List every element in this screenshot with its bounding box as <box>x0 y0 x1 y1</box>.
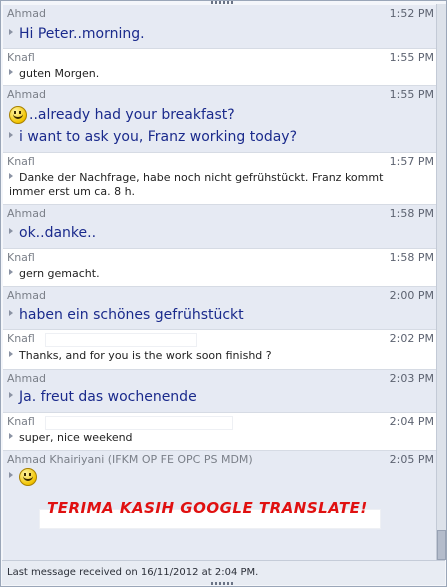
message-line: ok..danke.. <box>9 225 96 241</box>
message-text: super, nice weekend <box>19 431 133 444</box>
redacted-area <box>45 416 233 430</box>
message-block: Ahmad 1:55 PM ..already had your breakfa… <box>3 86 436 153</box>
message-time: 2:00 PM <box>389 289 434 302</box>
message-sender: Ahmad <box>7 88 46 101</box>
message-bullet-icon <box>9 132 13 138</box>
message-time: 1:58 PM <box>389 207 434 220</box>
message-block: Knafl 1:57 PM Danke der Nachfrage, habe … <box>3 153 436 205</box>
scrollbar-thumb[interactable] <box>437 530 446 560</box>
message-sender: Knafl <box>7 251 35 264</box>
message-sender: Knafl <box>7 415 35 428</box>
status-text: Last message received on 16/11/2012 at 2… <box>7 567 259 578</box>
message-bullet-icon <box>9 173 13 179</box>
message-line: guten Morgen. <box>9 67 99 80</box>
message-sender: Ahmad <box>7 289 46 302</box>
message-time: 2:03 PM <box>389 372 434 385</box>
chat-window: Ahmad 1:52 PM Hi Peter..morning. Knafl 1… <box>0 0 447 587</box>
message-line <box>9 468 39 486</box>
message-time: 1:55 PM <box>389 51 434 64</box>
message-text: gern gemacht. <box>19 267 100 280</box>
message-text: Danke der Nachfrage, habe noch nicht gef… <box>9 171 384 198</box>
message-text: i want to ask you, Franz working today? <box>19 129 297 145</box>
message-time: 1:55 PM <box>389 88 434 101</box>
message-bullet-icon <box>9 69 13 75</box>
message-text: ok..danke.. <box>19 225 97 241</box>
message-block: Ahmad 1:52 PM Hi Peter..morning. <box>3 5 436 49</box>
overlay-caption: TERIMA KASIH GOOGLE TRANSLATE! <box>47 499 368 517</box>
resize-grip-top[interactable] <box>211 1 235 4</box>
message-line: Danke der Nachfrage, habe noch nicht gef… <box>9 171 419 199</box>
message-block: Knafl 1:58 PM gern gemacht. <box>3 249 436 287</box>
message-bullet-icon <box>9 433 13 439</box>
message-time: 1:52 PM <box>389 7 434 20</box>
message-sender: Ahmad Khairiyani (IFKM OP FE OPC PS MDM) <box>7 453 253 466</box>
message-block: Knafl 1:55 PM guten Morgen. <box>3 49 436 86</box>
message-time: 2:04 PM <box>389 415 434 428</box>
message-block: Ahmad 2:00 PM haben ein schönes gefrühst… <box>3 287 436 330</box>
message-text: haben ein schönes gefrühstückt <box>19 307 244 323</box>
smiley-emoticon-icon <box>9 106 27 124</box>
message-bullet-icon <box>9 29 13 35</box>
message-bullet-icon <box>9 392 13 398</box>
message-time: 2:02 PM <box>389 332 434 345</box>
message-line: Ja. freut das wochenende <box>9 389 197 405</box>
message-line: super, nice weekend <box>9 431 133 444</box>
message-text: Ja. freut das wochenende <box>19 389 197 405</box>
message-block: Ahmad 1:58 PM ok..danke.. <box>3 205 436 249</box>
message-bullet-icon <box>9 310 13 316</box>
message-time: 2:05 PM <box>389 453 434 466</box>
message-bullet-icon <box>9 472 13 478</box>
message-bullet-icon <box>9 351 13 357</box>
message-line: gern gemacht. <box>9 267 100 280</box>
vertical-scrollbar[interactable] <box>436 4 446 560</box>
message-sender: Ahmad <box>7 7 46 20</box>
message-sender: Ahmad <box>7 207 46 220</box>
message-sender: Knafl <box>7 332 35 345</box>
redacted-area <box>45 333 197 347</box>
message-block: Knafl 2:02 PM Thanks, and for you is the… <box>3 330 436 370</box>
message-line: ..already had your breakfast? <box>9 106 235 124</box>
message-time: 1:58 PM <box>389 251 434 264</box>
message-line: haben ein schönes gefrühstückt <box>9 307 244 323</box>
message-text: guten Morgen. <box>19 67 100 80</box>
message-text: Hi Peter..morning. <box>19 26 145 42</box>
message-text: ..already had your breakfast? <box>29 107 235 123</box>
message-bullet-icon <box>9 228 13 234</box>
smiley-emoticon-icon <box>19 468 37 486</box>
message-sender: Knafl <box>7 155 35 168</box>
message-line: i want to ask you, Franz working today? <box>9 129 297 145</box>
message-sender: Knafl <box>7 51 35 64</box>
message-block: Ahmad 2:03 PM Ja. freut das wochenende <box>3 370 436 413</box>
message-line: Thanks, and for you is the work soon fin… <box>9 349 272 362</box>
message-text: Thanks, and for you is the work soon fin… <box>19 349 272 362</box>
message-line: Hi Peter..morning. <box>9 26 145 42</box>
message-bullet-icon <box>9 269 13 275</box>
message-time: 1:57 PM <box>389 155 434 168</box>
resize-grip-bottom[interactable] <box>211 582 235 585</box>
message-sender: Ahmad <box>7 372 46 385</box>
message-block: Knafl 2:04 PM super, nice weekend <box>3 413 436 451</box>
